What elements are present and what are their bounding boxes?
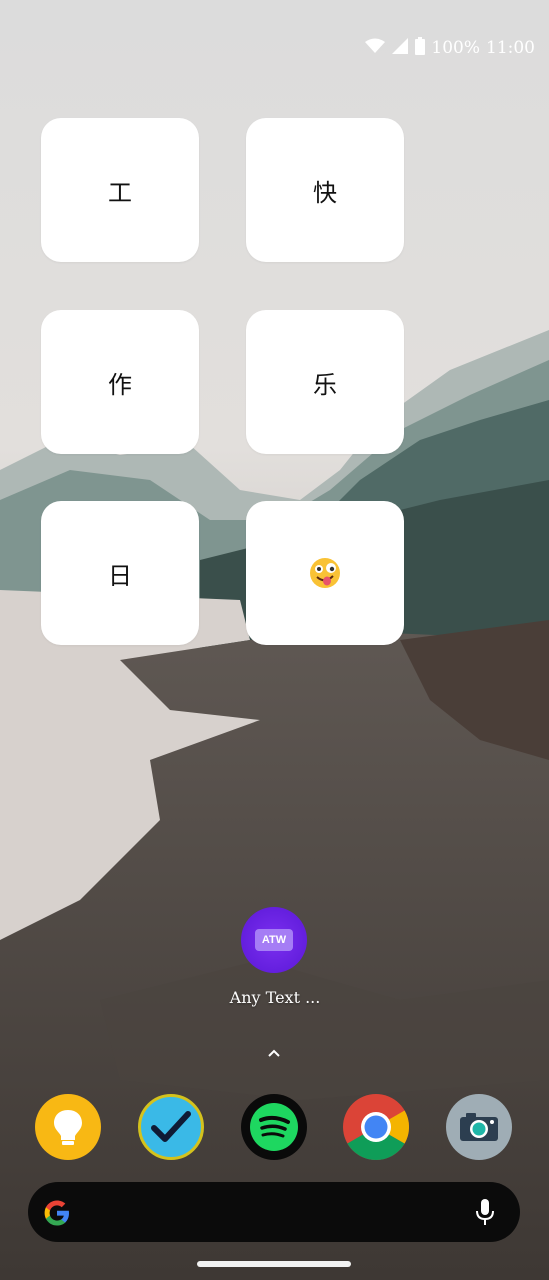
chrome-icon bbox=[343, 1094, 409, 1160]
widget-tile-2[interactable]: 快 bbox=[246, 118, 404, 262]
spotify-app[interactable] bbox=[241, 1094, 307, 1160]
wifi-icon bbox=[365, 38, 386, 59]
widget-tile-6[interactable]: 🤪 bbox=[246, 501, 404, 645]
widget-tile-3[interactable]: 作 bbox=[41, 310, 199, 454]
widget-text: 乐 bbox=[313, 370, 337, 399]
camera-app[interactable] bbox=[446, 1094, 512, 1160]
widget-text: 日 bbox=[108, 561, 132, 590]
keep-notes-app[interactable] bbox=[35, 1094, 101, 1160]
checkmark-icon bbox=[151, 1111, 191, 1142]
widget-tile-5[interactable]: 日 bbox=[41, 501, 199, 645]
lightbulb-icon bbox=[54, 1110, 82, 1145]
gesture-nav-bar[interactable] bbox=[197, 1261, 351, 1267]
any-text-widget-app-icon[interactable]: ATW bbox=[241, 907, 307, 973]
google-g-icon bbox=[44, 1200, 69, 1226]
spotify-icon bbox=[250, 1103, 298, 1151]
app-label: Any Text ... bbox=[229, 988, 321, 1007]
zany-face-icon bbox=[310, 558, 340, 588]
chevron-up-icon[interactable] bbox=[264, 1046, 284, 1060]
widget-tile-1[interactable]: 工 bbox=[41, 118, 199, 262]
clock: 11:00 bbox=[486, 38, 535, 58]
battery-percent: 100% bbox=[431, 38, 480, 58]
widget-tile-4[interactable]: 乐 bbox=[246, 310, 404, 454]
chrome-app[interactable] bbox=[343, 1094, 409, 1160]
widget-text: 快 bbox=[313, 178, 337, 207]
microphone-icon[interactable] bbox=[474, 1198, 496, 1226]
google-search-bar[interactable] bbox=[28, 1182, 520, 1242]
signal-icon bbox=[391, 37, 409, 59]
status-bar: 100% 11:00 bbox=[365, 36, 535, 60]
battery-icon bbox=[415, 36, 426, 60]
atw-icon-screen: ATW bbox=[255, 929, 293, 951]
camera-icon bbox=[460, 1113, 498, 1141]
widget-text: 工 bbox=[108, 178, 132, 207]
tasks-app[interactable] bbox=[138, 1094, 204, 1160]
widget-text: 作 bbox=[108, 370, 132, 399]
